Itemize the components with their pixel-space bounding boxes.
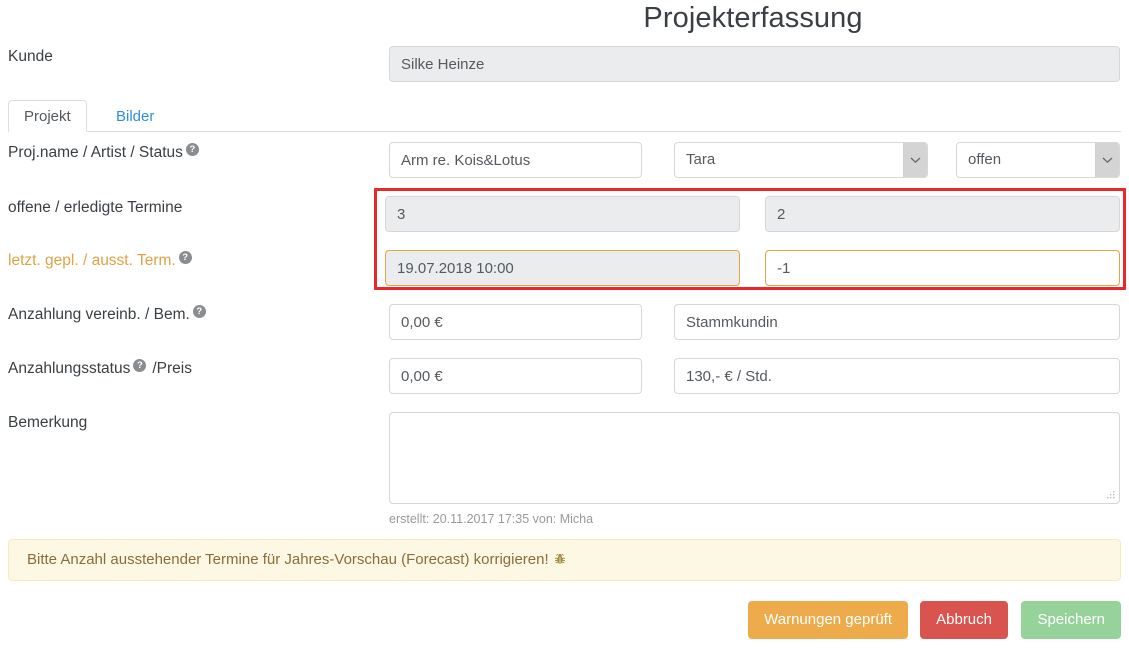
outstanding-appointments-input[interactable] [765,250,1120,286]
appointments-label: offene / erledigte Termine [8,199,183,216]
deposit-status-label-text: Anzahlungsstatus [8,360,131,377]
chevron-down-icon-status[interactable] [1095,143,1119,177]
deposit-agreed-label-text: Anzahlung vereinb. / Bem. [8,306,190,323]
deposit-status-amount-input[interactable] [389,358,642,394]
open-appointments-field[interactable] [385,196,740,232]
deposit-status-label-suffix: /Preis [152,360,192,377]
deposit-status-label: Anzahlungsstatus? /Preis [8,359,192,379]
artist-select-value: Tara [686,151,716,168]
page-title: Projekterfassung [643,2,863,34]
help-icon-deposit-agreed[interactable]: ? [192,305,206,318]
created-caption: erstellt: 20.11.2017 17:35 von: Micha [389,512,594,526]
help-icon-deposit-status[interactable]: ? [133,359,147,372]
tab-bar: Projekt Bilder [8,100,1121,132]
price-input[interactable] [674,358,1120,394]
cancel-button[interactable]: Abbruch [920,601,1008,639]
customer-field[interactable] [389,46,1120,82]
last-planned-label: letzt. gepl. / ausst. Term.? [8,251,192,271]
tab-projekt[interactable]: Projekt [8,100,87,132]
save-button[interactable]: Speichern [1021,601,1121,639]
project-row-label: Proj.name / Artist / Status? [8,143,199,163]
warning-banner: Bitte Anzahl ausstehender Termine für Ja… [8,539,1121,581]
deposit-note-input[interactable] [674,304,1120,340]
chevron-down-icon-artist[interactable] [903,143,927,177]
status-select-value: offen [968,151,1002,168]
help-icon-project[interactable]: ? [185,143,199,156]
last-planned-date-field[interactable] [385,250,740,286]
deposit-amount-input[interactable] [389,304,642,340]
customer-label: Kunde [8,48,53,65]
tab-bilder[interactable]: Bilder [100,100,170,132]
artist-select[interactable]: Tara [674,142,928,178]
deposit-agreed-label: Anzahlung vereinb. / Bem.? [8,305,206,325]
help-icon-last-planned[interactable]: ? [178,251,192,264]
project-entry-form: Projekterfassung Kunde Projekt Bilder Pr… [0,0,1129,651]
status-select[interactable]: offen [956,142,1120,178]
project-row-label-text: Proj.name / Artist / Status [8,144,183,161]
remark-textarea[interactable] [389,412,1120,504]
bug-icon [553,542,567,582]
remark-label: Bemerkung [8,414,88,431]
warning-text: Bitte Anzahl ausstehender Termine für Ja… [27,551,549,568]
project-name-input[interactable] [389,142,642,178]
warnings-checked-button[interactable]: Warnungen geprüft [748,601,908,639]
done-appointments-field[interactable] [765,196,1120,232]
last-planned-label-text: letzt. gepl. / ausst. Term. [8,252,176,269]
